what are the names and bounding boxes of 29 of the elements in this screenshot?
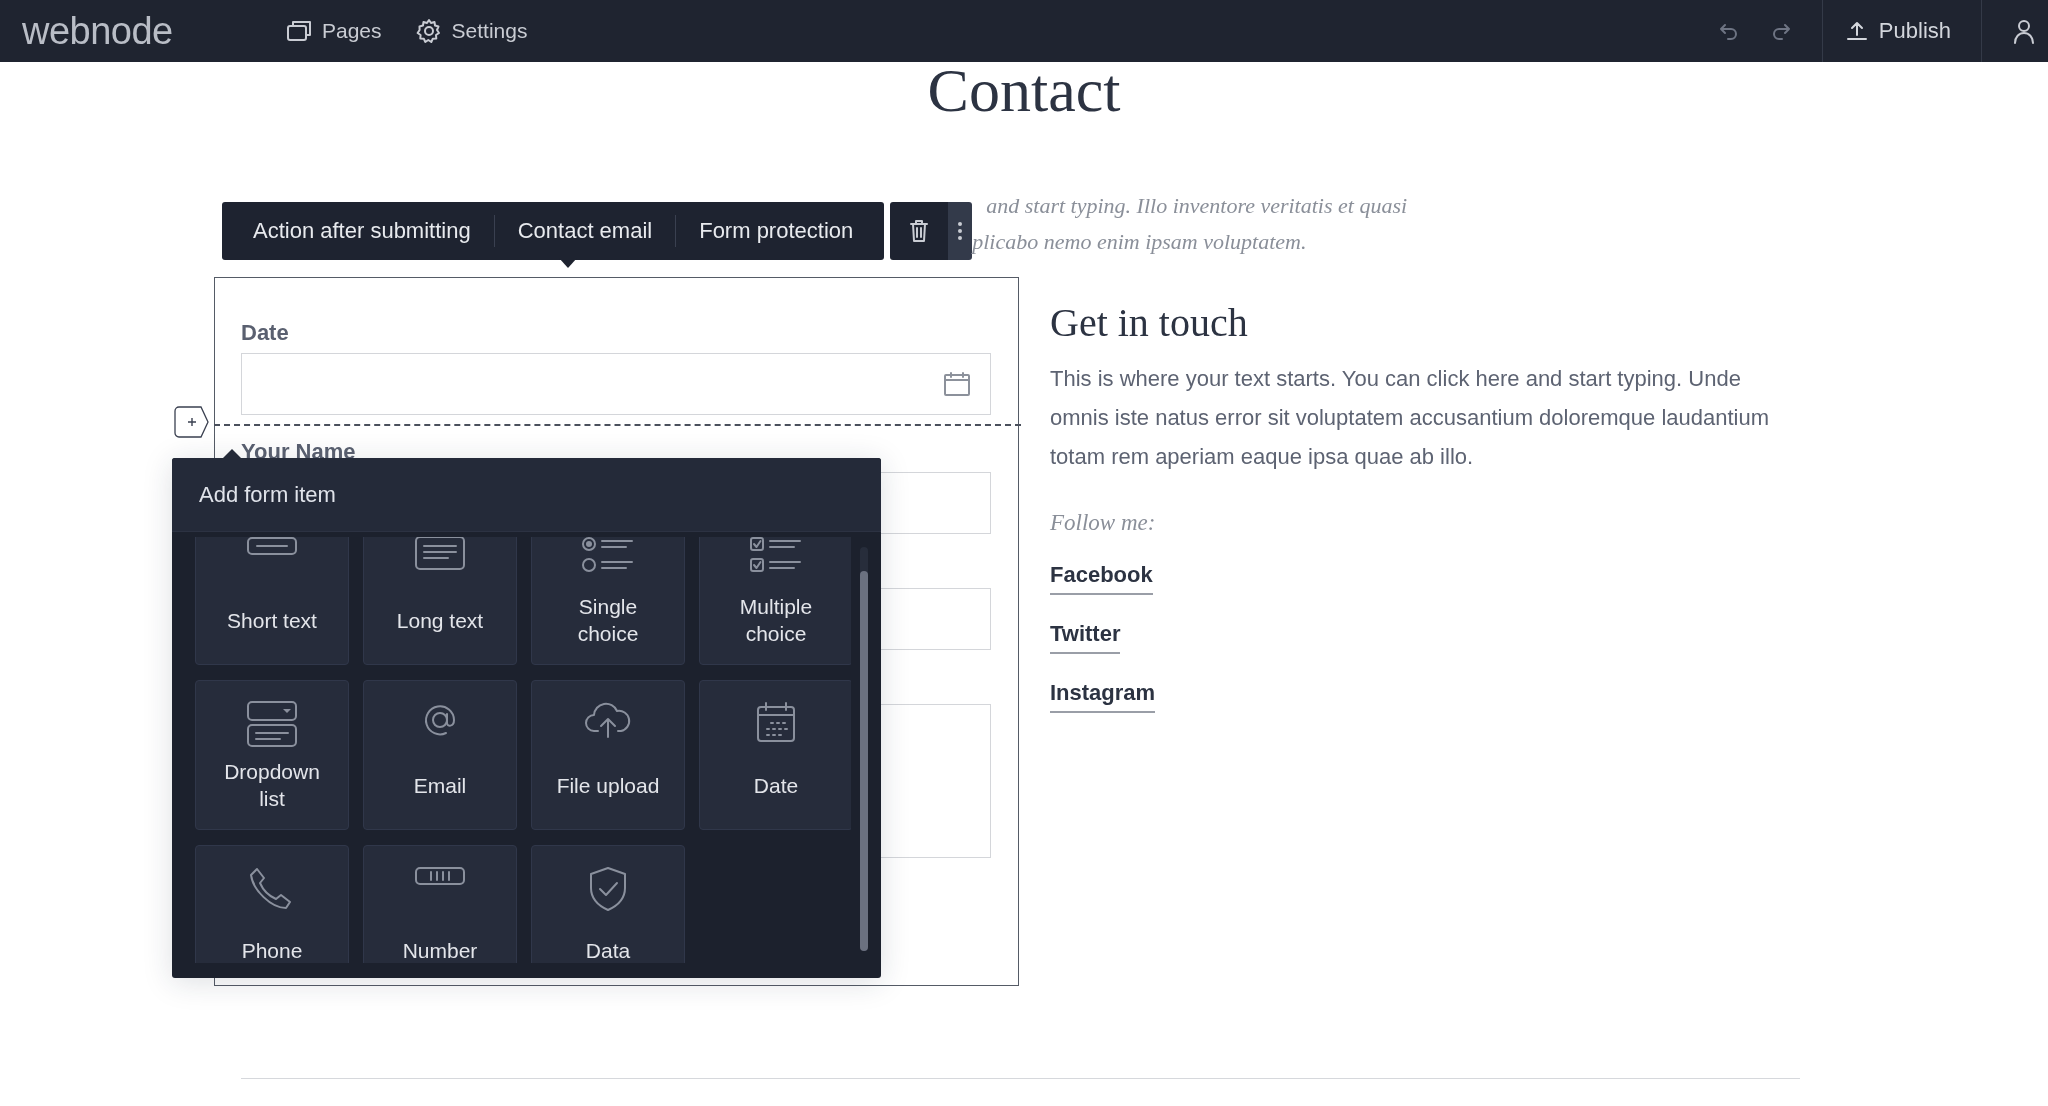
form-item-tile[interactable]: File upload [531, 680, 685, 830]
intro-text: and start typing. Illo inventore veritatis et quasi [986, 192, 1408, 220]
form-item-tile[interactable]: Multiple choice [699, 537, 851, 665]
form-item-tile[interactable]: Single choice [531, 537, 685, 665]
toolbar-option[interactable]: Action after submitting [230, 202, 494, 260]
body-text: This is where your text starts. You can click here and start typing. Unde omnis iste natus error sit voluptatem accusantium doloremque laudantium totam rem aperiam eaque ipsa quae ab illo. [1050, 365, 1771, 471]
form-item-tile[interactable]: Phone [195, 845, 349, 963]
form-item-tile[interactable]: Long text [363, 537, 517, 665]
section-heading: Get in touch [1050, 299, 1249, 347]
pages-button[interactable]: Pages [286, 18, 382, 44]
panel-title: Add form item [172, 458, 881, 532]
page-title: Contact [926, 62, 1122, 126]
settings-button[interactable]: Settings [415, 18, 528, 44]
intro-text: plicabo nemo enim ipsam voluptatem. [972, 228, 1308, 256]
toolbar-option[interactable]: Contact email [494, 202, 676, 260]
form-item-tile[interactable]: Data [531, 845, 685, 963]
toolbar-option[interactable]: Form protection [676, 202, 877, 260]
logo[interactable]: webnode [22, 0, 272, 62]
publish-button[interactable]: Publish [1822, 0, 1981, 62]
social-link[interactable]: Facebook [1050, 562, 1153, 595]
field-label: Date [241, 319, 290, 347]
form-item-tile[interactable]: Number [363, 845, 517, 963]
form-item-tile[interactable]: Short text [195, 537, 349, 665]
form-item-tile[interactable]: Email [363, 680, 517, 830]
social-link[interactable]: Twitter [1050, 621, 1121, 654]
social-link[interactable]: Instagram [1050, 680, 1156, 713]
form-item-tile[interactable]: Date [699, 680, 851, 830]
follow-label: Follow me: [1050, 510, 1157, 536]
form-item-tile[interactable]: Dropdown list [195, 680, 349, 830]
